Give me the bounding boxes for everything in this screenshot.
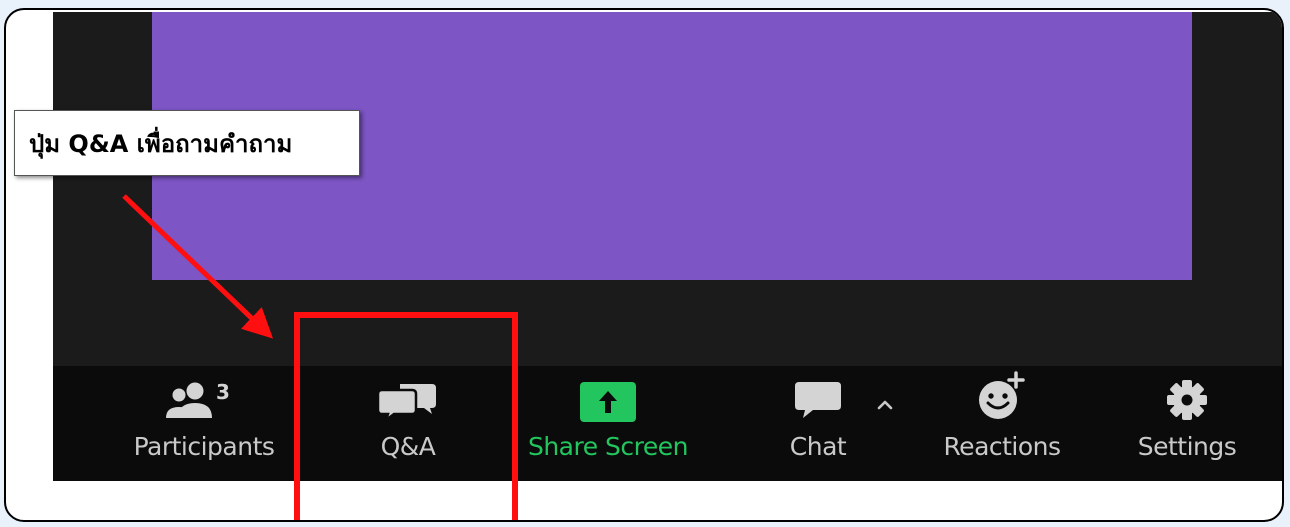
annotation-arrow [122,194,274,339]
screenshot-frame: 3 Participants Q&A Share Screen Chat Rea… [4,8,1284,522]
qa-highlight-box [294,312,518,520]
